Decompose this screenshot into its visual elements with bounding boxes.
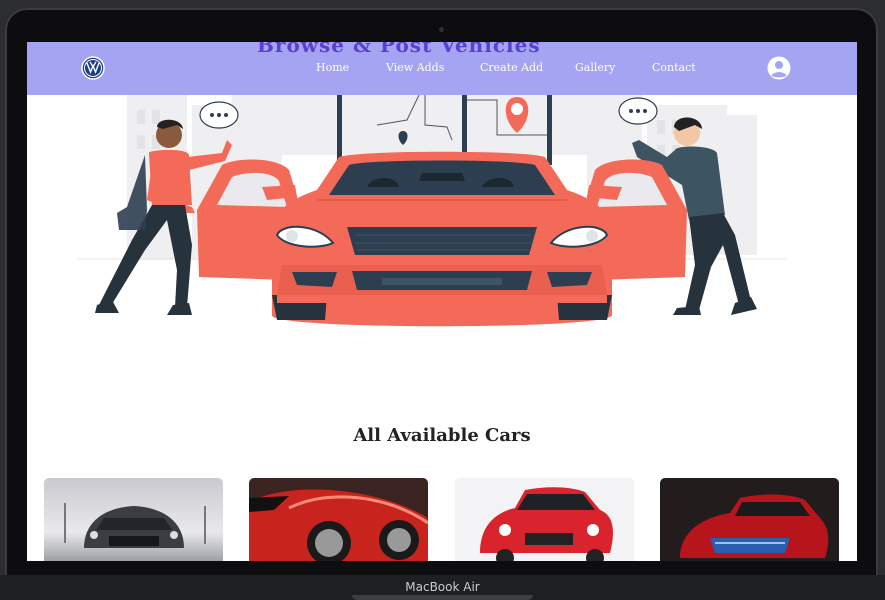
hero-illustration (77, 95, 787, 327)
car-image-grey-mustang (44, 478, 223, 561)
nav-contact-link[interactable]: Contact (652, 61, 696, 74)
user-avatar-icon[interactable] (767, 56, 791, 80)
nav-view-adds-link[interactable]: View Adds (386, 61, 444, 74)
car-card-3[interactable] (455, 478, 634, 561)
camera-dot (439, 27, 444, 32)
car-card-1[interactable] (44, 478, 223, 561)
nav-create-add-link[interactable]: Create Add (480, 61, 543, 74)
nav-home-link[interactable]: Home (316, 61, 349, 74)
car-card-2[interactable] (249, 478, 428, 561)
car-image-red-sports-car (249, 478, 428, 561)
laptop-notch (352, 595, 533, 600)
car-image-red-suzuki-swift (455, 478, 634, 561)
car-card-4[interactable] (660, 478, 839, 561)
browser-screen: Home View Adds Create Add Gallery Contac… (27, 42, 857, 561)
device-label: MacBook Air (405, 580, 480, 594)
car-image-red-concept-car (660, 478, 839, 561)
nav-gallery-link[interactable]: Gallery (575, 61, 615, 74)
section-title: All Available Cars (353, 425, 531, 446)
vw-logo-icon[interactable] (81, 56, 105, 80)
hero-title-partial: Browse & Post Vehicles (257, 42, 541, 57)
